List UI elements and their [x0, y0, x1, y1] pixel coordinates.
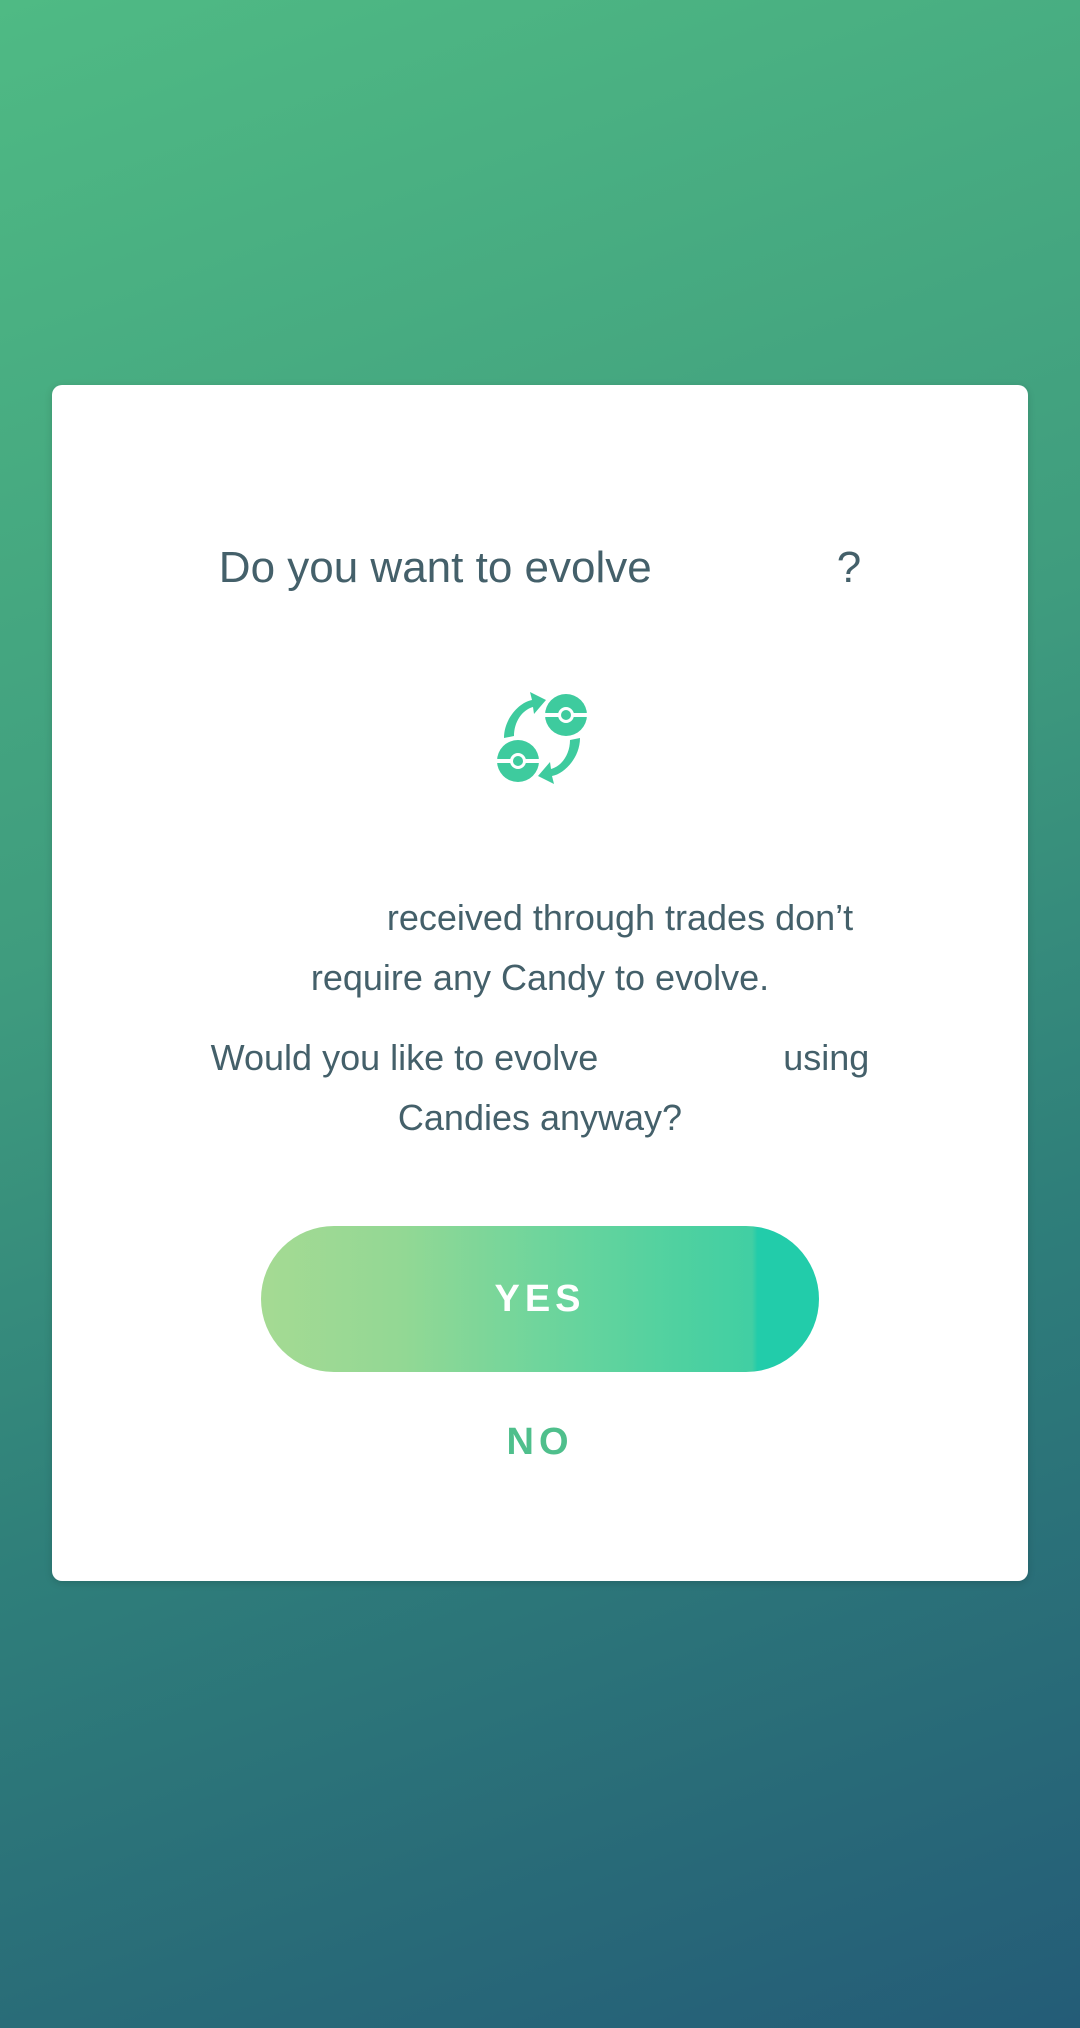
evolve-question: Would you like to evolve using Candies a…	[52, 1028, 1028, 1148]
dialog-title-prefix: Do you want to evolve	[218, 543, 652, 592]
trade-info-message: received through trades don’t require an…	[52, 888, 1028, 1008]
evolve-question-prefix: Would you like to evolve	[210, 1037, 599, 1078]
pokemon-name-placeholder	[652, 550, 837, 590]
pokemon-name-placeholder	[608, 1042, 773, 1078]
trade-info-line1: received through trades don’t	[52, 888, 1028, 948]
dialog-title-suffix: ?	[836, 543, 862, 592]
yes-button[interactable]: YES	[261, 1226, 819, 1372]
pokemon-name-placeholder	[227, 902, 387, 938]
evolve-question-line2: Candies anyway?	[397, 1097, 683, 1138]
evolve-confirm-dialog: Do you want to evolve? received through …	[52, 385, 1028, 1581]
trade-info-line2: require any Candy to evolve.	[310, 957, 770, 998]
trade-info-line1-text: received through trades don’t	[386, 897, 854, 938]
dialog-title: Do you want to evolve?	[52, 533, 1028, 603]
evolve-question-suffix: using	[783, 1037, 870, 1078]
no-button[interactable]: NO	[440, 1407, 640, 1477]
evolve-question-line1: Would you like to evolve using	[52, 1028, 1028, 1088]
evolve-trade-icon	[497, 692, 587, 784]
